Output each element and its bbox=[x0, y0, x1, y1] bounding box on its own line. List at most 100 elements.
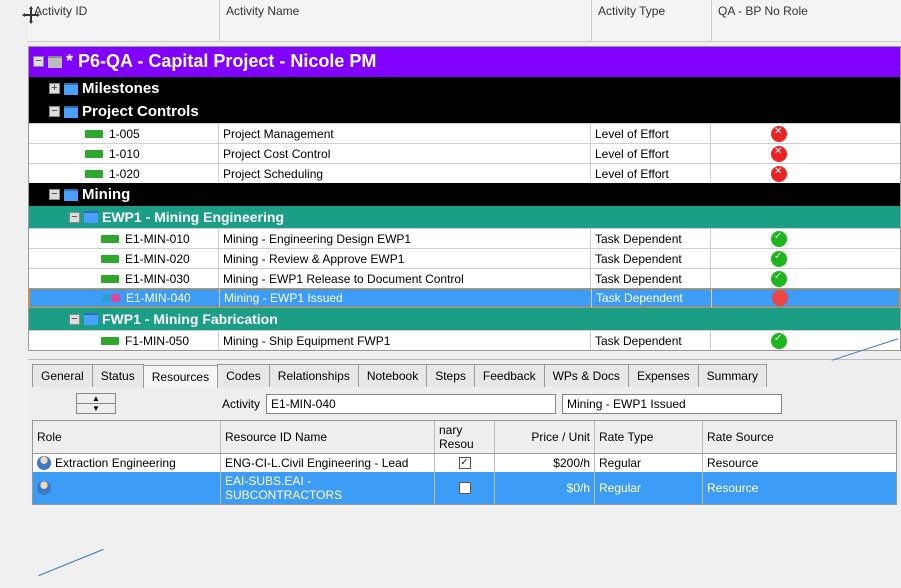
collapse-icon[interactable]: − bbox=[49, 189, 60, 200]
col-rate-type[interactable]: Rate Type bbox=[595, 421, 703, 453]
activity-id: F1-MIN-050 bbox=[125, 334, 189, 348]
activity-bar-icon bbox=[101, 275, 119, 283]
tab-wps-docs[interactable]: WPs & Docs bbox=[544, 364, 629, 387]
activity-id: 1-020 bbox=[109, 167, 140, 181]
activity-name: Project Management bbox=[219, 124, 591, 143]
activity-name: Mining - Engineering Design EWP1 bbox=[219, 229, 591, 248]
activity-id-field[interactable] bbox=[266, 394, 556, 414]
rate-source-text: Resource bbox=[703, 472, 833, 504]
activity-detail-panel: General Status Resources Codes Relations… bbox=[28, 359, 901, 505]
tab-codes[interactable]: Codes bbox=[217, 364, 270, 387]
wbs-fwp1[interactable]: − FWP1 - Mining Fabrication bbox=[29, 308, 900, 330]
wbs-milestones-label: Milestones bbox=[82, 80, 160, 97]
activity-id: E1-MIN-040 bbox=[126, 291, 191, 305]
collapse-icon[interactable]: − bbox=[69, 314, 80, 325]
status-red-icon bbox=[771, 146, 787, 162]
activity-id: E1-MIN-010 bbox=[125, 232, 190, 246]
price-text: $0/h bbox=[495, 472, 595, 504]
wbs-fwp1-label: FWP1 - Mining Fabrication bbox=[102, 311, 278, 327]
activity-nav-spinner[interactable]: ▲ ▼ bbox=[76, 393, 116, 414]
collapse-icon[interactable]: − bbox=[33, 56, 44, 67]
primary-checkbox[interactable]: ✓ bbox=[459, 457, 471, 469]
activity-bar-icon bbox=[101, 255, 119, 263]
project-band[interactable]: − * P6-QA - Capital Project - Nicole PM bbox=[29, 47, 900, 77]
rate-source-text: Resource bbox=[703, 454, 833, 472]
resource-id-text: ENG-CI-L.Civil Engineering - Lead bbox=[221, 454, 435, 472]
activity-row[interactable]: 1-020 Project Scheduling Level of Effort bbox=[29, 163, 900, 183]
wbs-mining[interactable]: − Mining bbox=[29, 183, 900, 206]
activity-name: Mining - Ship Equipment FWP1 bbox=[219, 331, 591, 350]
status-red-icon bbox=[772, 290, 788, 306]
collapse-icon[interactable]: − bbox=[69, 212, 80, 223]
tab-status[interactable]: Status bbox=[92, 364, 144, 387]
wbs-milestones[interactable]: + Milestones bbox=[29, 77, 900, 100]
col-resource-id[interactable]: Resource ID Name bbox=[221, 421, 435, 453]
activity-bar-icon bbox=[101, 337, 119, 345]
person-icon bbox=[37, 481, 51, 495]
activity-name-field[interactable] bbox=[562, 394, 782, 414]
status-green-icon bbox=[771, 333, 787, 349]
activity-id: 1-005 bbox=[109, 127, 140, 141]
col-primary[interactable]: nary Resou bbox=[435, 421, 495, 453]
project-title: * P6-QA - Capital Project - Nicole PM bbox=[66, 51, 376, 72]
wbs-ewp1[interactable]: − EWP1 - Mining Engineering bbox=[29, 206, 900, 228]
col-role[interactable]: Role bbox=[33, 421, 221, 453]
resource-row[interactable]: Extraction Engineering ENG-CI-L.Civil En… bbox=[33, 454, 896, 472]
tab-notebook[interactable]: Notebook bbox=[358, 364, 427, 387]
spinner-down-icon[interactable]: ▼ bbox=[77, 404, 115, 413]
wbs-folder-icon bbox=[64, 189, 78, 201]
wbs-mining-label: Mining bbox=[82, 186, 130, 203]
col-activity-name[interactable]: Activity Name bbox=[220, 0, 592, 41]
activity-row[interactable]: E1-MIN-030 Mining - EWP1 Release to Docu… bbox=[29, 268, 900, 288]
price-text: $200/h bbox=[495, 454, 595, 472]
col-activity-id[interactable]: Activity ID bbox=[28, 0, 220, 41]
annotation-arrow bbox=[38, 549, 103, 576]
tab-resources[interactable]: Resources bbox=[143, 365, 218, 388]
resource-row-selected[interactable]: EAI-SUBS.EAI - SUBCONTRACTORS $0/h Regul… bbox=[33, 472, 896, 504]
tab-expenses[interactable]: Expenses bbox=[628, 364, 699, 387]
column-headers: Activity ID Activity Name Activity Type … bbox=[28, 0, 901, 42]
activity-name: Mining - Review & Approve EWP1 bbox=[219, 249, 591, 268]
activity-name: Mining - EWP1 Release to Document Contro… bbox=[219, 269, 591, 288]
activity-row[interactable]: E1-MIN-010 Mining - Engineering Design E… bbox=[29, 228, 900, 248]
resources-grid: Role Resource ID Name nary Resou Price /… bbox=[32, 420, 897, 505]
activity-type: Task Dependent bbox=[591, 229, 711, 248]
activity-id: 1-010 bbox=[109, 147, 140, 161]
activity-row[interactable]: 1-010 Project Cost Control Level of Effo… bbox=[29, 143, 900, 163]
activity-name: Mining - EWP1 Issued bbox=[220, 289, 592, 307]
col-rate-source[interactable]: Rate Source bbox=[703, 421, 833, 453]
tab-general[interactable]: General bbox=[32, 364, 93, 387]
col-price[interactable]: Price / Unit bbox=[495, 421, 595, 453]
tab-relationships[interactable]: Relationships bbox=[269, 364, 359, 387]
status-green-icon bbox=[771, 231, 787, 247]
collapse-icon[interactable]: − bbox=[49, 106, 60, 117]
spinner-up-icon[interactable]: ▲ bbox=[77, 394, 115, 404]
tab-summary[interactable]: Summary bbox=[698, 364, 767, 387]
status-green-icon bbox=[771, 251, 787, 267]
wbs-project-controls[interactable]: − Project Controls bbox=[29, 100, 900, 123]
activity-type: Task Dependent bbox=[591, 331, 711, 350]
folder-icon bbox=[48, 56, 62, 68]
status-red-icon bbox=[771, 126, 787, 142]
col-activity-type[interactable]: Activity Type bbox=[592, 0, 712, 41]
activity-type: Task Dependent bbox=[591, 249, 711, 268]
milestone-bar-icon bbox=[102, 294, 120, 302]
activity-type: Level of Effort bbox=[591, 164, 711, 183]
primary-checkbox[interactable] bbox=[459, 482, 471, 494]
activities-grid: − * P6-QA - Capital Project - Nicole PM … bbox=[28, 46, 901, 351]
activity-row[interactable]: 1-005 Project Management Level of Effort bbox=[29, 123, 900, 143]
expand-icon[interactable]: + bbox=[49, 83, 60, 94]
status-green-icon bbox=[771, 271, 787, 287]
col-qa-role[interactable]: QA - BP No Role bbox=[712, 0, 850, 41]
rate-text: Regular bbox=[595, 472, 703, 504]
activity-name: Project Scheduling bbox=[219, 164, 591, 183]
role-text: Extraction Engineering bbox=[55, 456, 176, 470]
move-cursor-icon bbox=[22, 6, 40, 24]
activity-row-selected[interactable]: E1-MIN-040 Mining - EWP1 Issued Task Dep… bbox=[29, 288, 900, 308]
rate-text: Regular bbox=[595, 454, 703, 472]
tab-feedback[interactable]: Feedback bbox=[474, 364, 545, 387]
activity-row[interactable]: E1-MIN-020 Mining - Review & Approve EWP… bbox=[29, 248, 900, 268]
tab-steps[interactable]: Steps bbox=[426, 364, 475, 387]
wbs-project-controls-label: Project Controls bbox=[82, 103, 199, 120]
activity-row[interactable]: F1-MIN-050 Mining - Ship Equipment FWP1 … bbox=[29, 330, 900, 350]
